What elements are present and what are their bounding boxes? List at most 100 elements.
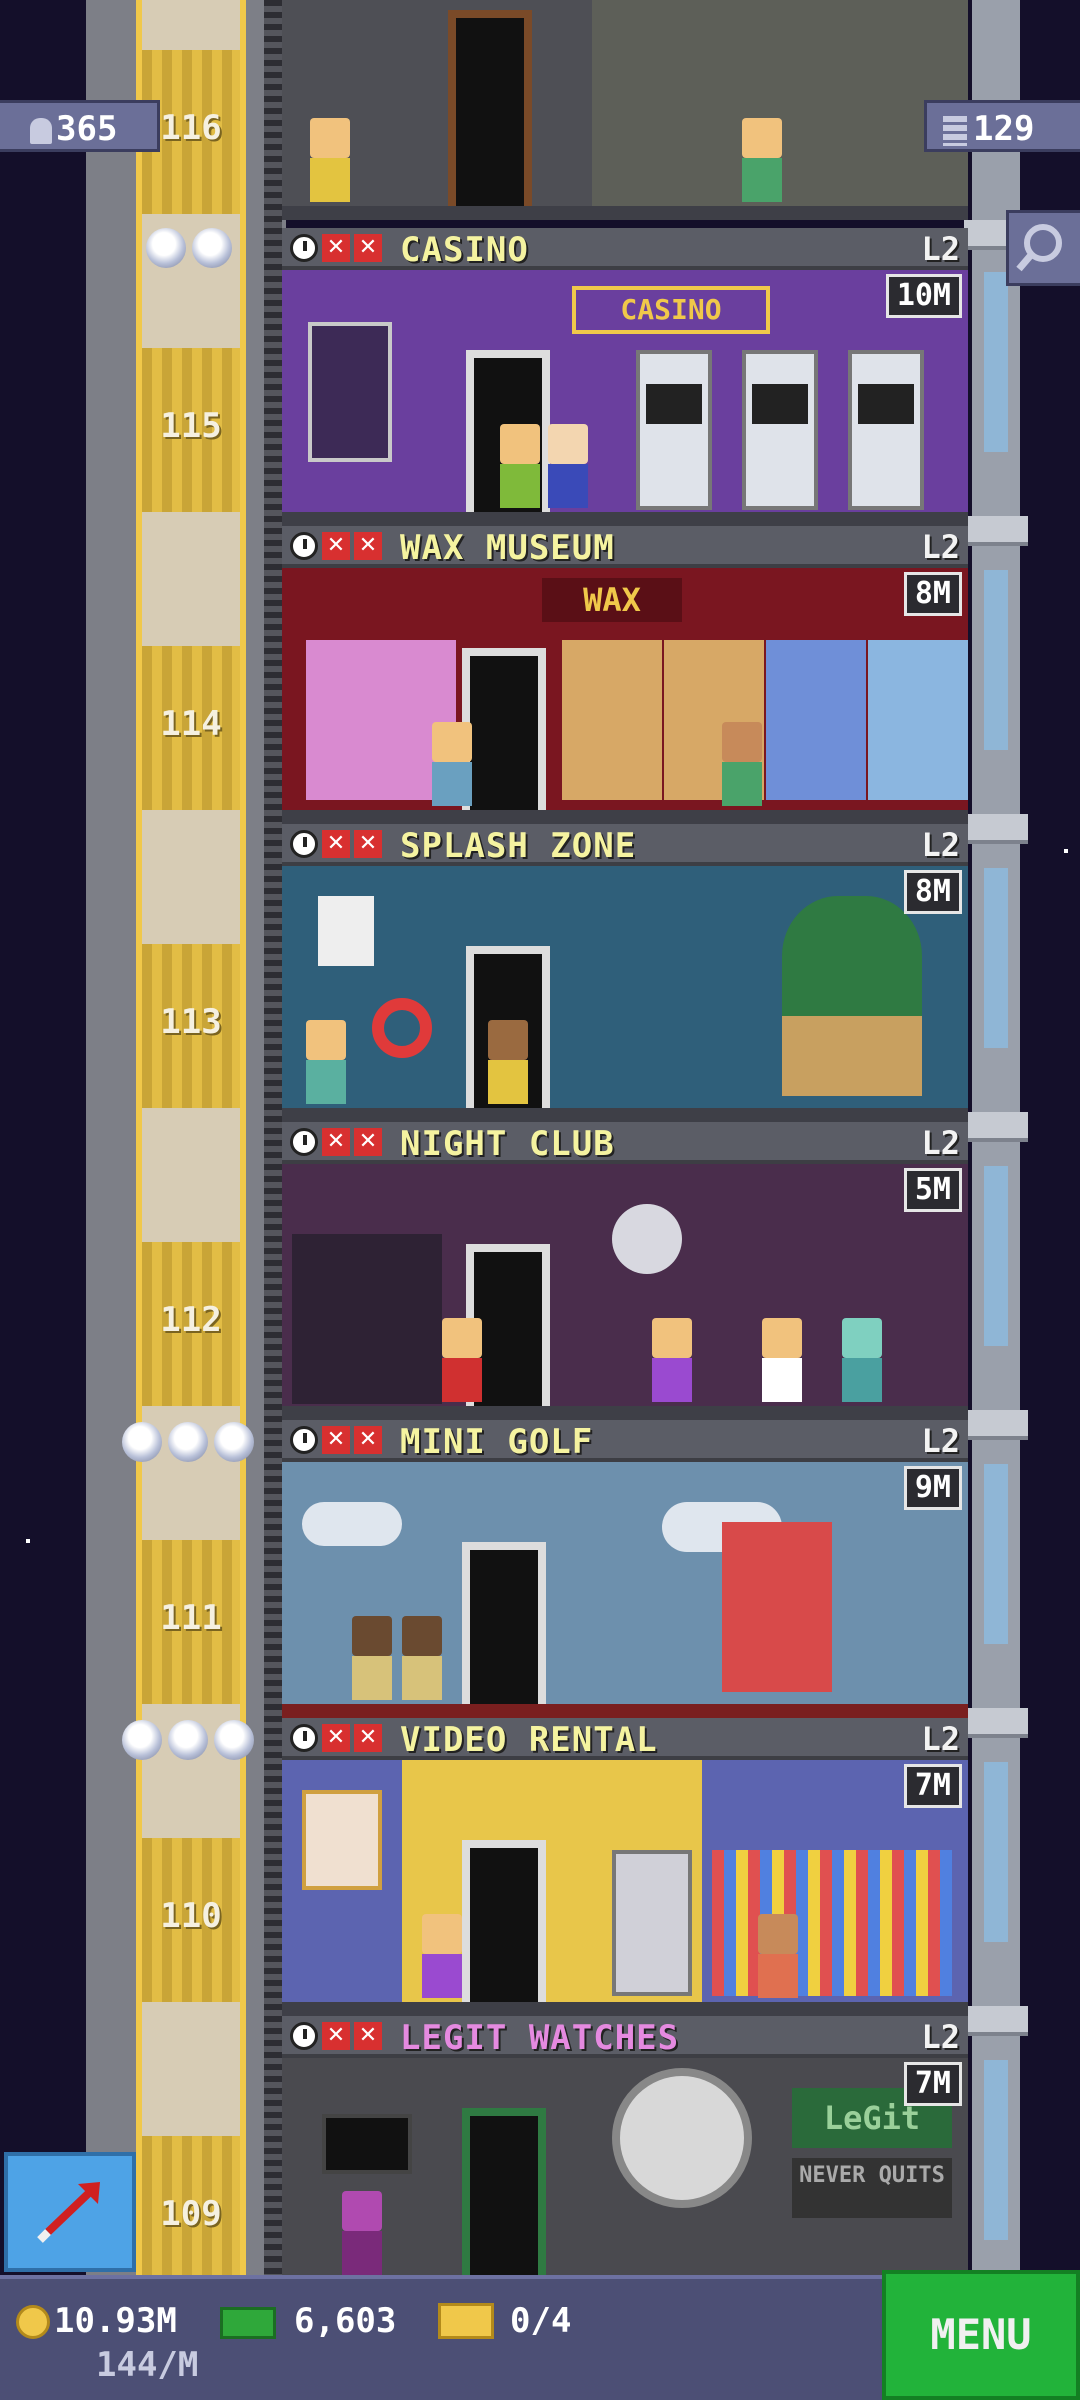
background-star — [26, 1539, 30, 1543]
floor-casino[interactable]: ✕ ✕ CASINO L2 10M CASINO — [282, 228, 968, 526]
cloud — [302, 1502, 402, 1546]
floor-level: L2 — [921, 1720, 960, 1758]
pillar-window — [984, 1464, 1008, 1644]
person — [488, 1020, 528, 1104]
floor-splash-zone[interactable]: ✕ ✕ SPLASH ZONE L2 8M — [282, 824, 968, 1122]
floor-body — [282, 1462, 968, 1718]
door — [462, 2108, 546, 2275]
floor-level: L2 — [921, 528, 960, 566]
person — [842, 1318, 882, 1402]
stock-empty-icon: ✕ — [322, 1128, 350, 1156]
floor-income: 7M — [903, 2062, 962, 2106]
floor-night-club[interactable]: ✕ ✕ NIGHT CLUB L2 5M — [282, 1122, 968, 1420]
person — [310, 118, 350, 202]
notice-board — [318, 896, 374, 966]
stock-empty-icon: ✕ — [354, 1128, 382, 1156]
stock-empty-icon: ✕ — [354, 1724, 382, 1752]
pillar-window — [984, 1762, 1008, 1942]
stock-empty-icon: ✕ — [354, 234, 382, 262]
clock-icon — [290, 830, 318, 858]
ticket-icon — [438, 2303, 494, 2339]
tickets-value: 0/4 — [510, 2301, 572, 2341]
star-rating — [146, 228, 232, 268]
menu-button[interactable]: MENU — [882, 2270, 1080, 2400]
floor-status-icons: ✕ ✕ — [290, 1128, 382, 1156]
floor-name: MINI GOLF — [400, 1422, 594, 1462]
star-icon — [214, 1720, 254, 1760]
door — [462, 1542, 546, 1718]
person — [432, 722, 472, 806]
background-star — [1064, 849, 1068, 853]
pillar-cap — [964, 814, 1028, 844]
floor-header: ✕ ✕ VIDEO RENTAL L2 — [282, 1718, 968, 1760]
floor-mini-golf[interactable]: ✕ ✕ MINI GOLF L2 9M — [282, 1420, 968, 1718]
star-icon — [192, 228, 232, 268]
floor-level: L2 — [921, 1124, 960, 1162]
floor-line — [282, 512, 968, 526]
clock-icon — [290, 2022, 318, 2050]
floor-income: 10M — [885, 274, 962, 318]
disco-ball — [612, 1204, 682, 1274]
floor-income: 7M — [903, 1764, 962, 1808]
pillar-window — [984, 2060, 1008, 2240]
floor-income: 9M — [903, 1466, 962, 1510]
floor-body — [282, 1760, 968, 2016]
pillar-cap — [964, 1708, 1028, 1738]
pillar-cap — [964, 2006, 1028, 2036]
build-floor-button[interactable] — [4, 2152, 136, 2272]
floor-name: WAX MUSEUM — [400, 528, 615, 568]
clock-icon — [290, 1128, 318, 1156]
floor-header: ✕ ✕ SPLASH ZONE L2 — [282, 824, 968, 866]
floor-header: ✕ ✕ NIGHT CLUB L2 — [282, 1122, 968, 1164]
floor-body — [282, 866, 968, 1122]
floor-body: WAX — [282, 568, 968, 824]
person-icon — [30, 117, 52, 144]
floor-name: SPLASH ZONE — [400, 826, 637, 866]
vault — [308, 322, 392, 462]
person — [306, 1020, 346, 1104]
person — [442, 1318, 482, 1402]
coin-icon — [16, 2305, 50, 2339]
floor-income: 5M — [903, 1168, 962, 1212]
life-ring — [372, 998, 432, 1058]
pillar-window — [984, 570, 1008, 750]
floor-wax-museum[interactable]: ✕ ✕ WAX MUSEUM L2 8M WAX — [282, 526, 968, 824]
floor-counter[interactable]: 129 — [924, 100, 1080, 152]
floor-video-rental[interactable]: ✕ ✕ VIDEO RENTAL L2 7M — [282, 1718, 968, 2016]
stock-empty-icon: ✕ — [322, 532, 350, 560]
wall-tv — [322, 2114, 412, 2174]
floor-body — [282, 0, 968, 220]
watch-display — [612, 2068, 752, 2208]
floor-name: VIDEO RENTAL — [400, 1720, 658, 1760]
exhibit — [562, 640, 662, 800]
stock-empty-icon: ✕ — [322, 234, 350, 262]
clock-icon — [290, 234, 318, 262]
floor-number: 109 — [160, 2194, 222, 2234]
population-counter[interactable]: 365 — [0, 100, 160, 152]
floor-level: L2 — [921, 826, 960, 864]
floor-116-partial[interactable] — [282, 0, 968, 220]
coin-rate: 144/M — [96, 2345, 199, 2385]
person — [422, 1914, 462, 1998]
person — [342, 2191, 382, 2275]
floor-legit-watches[interactable]: ✕ ✕ LEGIT WATCHES L2 7M LeGit NEVER QUIT… — [282, 2016, 968, 2275]
person — [352, 1616, 392, 1700]
star-icon — [122, 1720, 162, 1760]
person — [742, 118, 782, 202]
floor-income: 8M — [903, 870, 962, 914]
floor-number: 113 — [160, 1002, 222, 1042]
slot-machine — [742, 350, 818, 510]
floor-line — [282, 206, 968, 220]
star-icon — [168, 1720, 208, 1760]
stock-empty-icon: ✕ — [322, 830, 350, 858]
search-button[interactable] — [1006, 210, 1080, 286]
floor-body — [282, 1164, 968, 1420]
door — [448, 10, 532, 206]
elevator-track — [264, 0, 282, 2275]
person — [500, 424, 540, 508]
floor-line — [282, 1704, 968, 1718]
magnifier-icon — [1016, 224, 1062, 272]
coins-value: 10.93M — [54, 2301, 177, 2341]
poster — [302, 1790, 382, 1890]
slot-machine — [848, 350, 924, 510]
